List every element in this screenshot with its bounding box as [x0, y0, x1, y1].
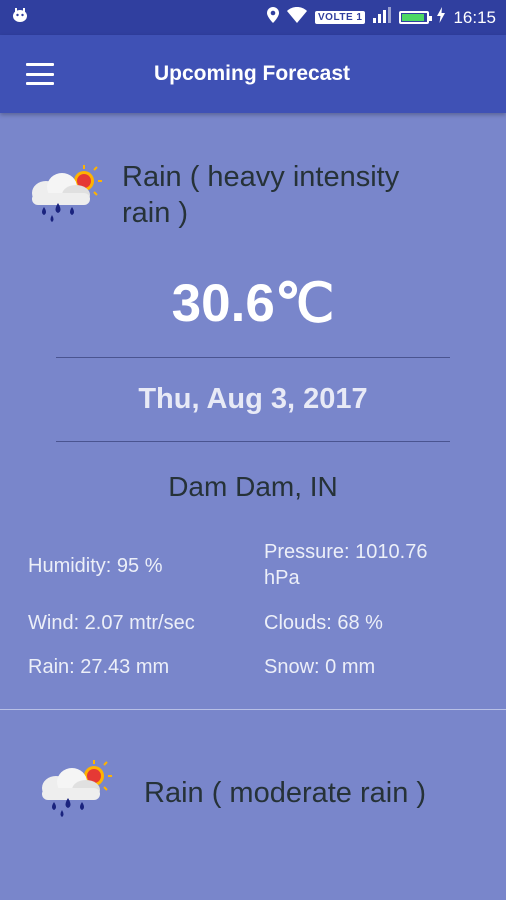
wind-value: Wind: 2.07 mtr/sec [28, 612, 195, 634]
status-bar: VOLTE 1 16:15 [0, 0, 506, 35]
divider [56, 357, 450, 358]
forecast-condition: Rain ( moderate rain ) [144, 777, 427, 809]
network-badge: VOLTE 1 [315, 11, 366, 24]
forecast-location: Dam Dam, IN [168, 471, 338, 502]
forecast-date: Thu, Aug 3, 2017 [138, 383, 368, 415]
rain-sun-cloud-icon [34, 758, 114, 825]
forecast-temperature: 30.6℃ [171, 274, 335, 333]
battery-icon [399, 11, 433, 24]
page-title: Upcoming Forecast [154, 62, 351, 85]
app-bar: Upcoming Forecast [0, 35, 506, 113]
clouds-value: Clouds: 68 % [264, 612, 383, 634]
rain-value: Rain: 27.43 mm [28, 656, 170, 678]
card-divider [0, 709, 506, 710]
charging-icon [437, 7, 446, 28]
divider [56, 441, 450, 442]
forecast-condition: Rain ( heavy intensity rain ) [122, 161, 400, 229]
status-time: 16:15 [453, 7, 496, 27]
humidity-value: Humidity: 95 % [28, 555, 163, 577]
rain-sun-cloud-icon [24, 163, 104, 230]
snow-value: Snow: 0 mm [264, 656, 376, 678]
pressure-value: Pressure: 1010.76 hPa [264, 541, 428, 589]
forecast-list[interactable]: Rain ( heavy intensity rain ) 30.6℃ Thu,… [0, 113, 506, 900]
wifi-icon [287, 7, 308, 28]
hamburger-menu-icon[interactable] [26, 63, 54, 85]
notification-icon [12, 8, 28, 27]
location-icon [267, 7, 280, 28]
signal-icon [373, 7, 392, 28]
